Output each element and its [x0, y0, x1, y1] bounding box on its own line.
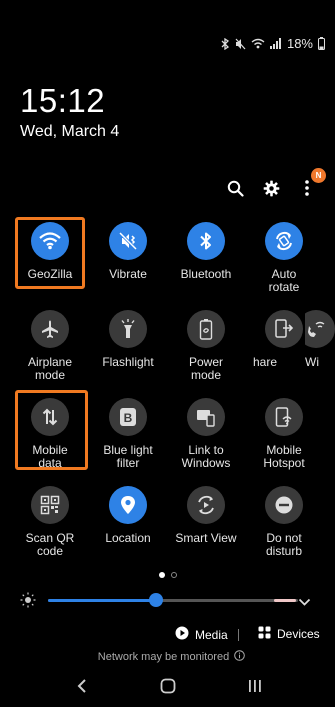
- tile-label: Power mode: [188, 355, 223, 382]
- tile-blue-light-filter[interactable]: B Blue light filter: [89, 398, 167, 470]
- tile-label: Scan QR code: [25, 531, 75, 558]
- brightness-fill: [48, 599, 156, 602]
- location-icon[interactable]: [109, 486, 147, 524]
- tile-airplane-mode[interactable]: Airplane mode: [11, 310, 89, 382]
- blue-light-icon[interactable]: B: [109, 398, 147, 436]
- bluetooth-status-icon: [221, 37, 230, 50]
- tile-do-not-disturb[interactable]: Do not disturb: [245, 486, 323, 558]
- bluetooth-icon[interactable]: [187, 222, 225, 260]
- rotate-icon[interactable]: [265, 222, 303, 260]
- power-mode-icon[interactable]: [187, 310, 225, 348]
- tile-bluetooth[interactable]: Bluetooth: [167, 222, 245, 281]
- tile-label: Bluetooth: [180, 267, 232, 281]
- devices-label: Devices: [277, 627, 320, 641]
- status-bar: 18%: [221, 36, 325, 51]
- home-icon[interactable]: [158, 676, 178, 696]
- tile-label: Airplane mode: [27, 355, 73, 382]
- page-dot[interactable]: [170, 572, 177, 578]
- tile-label: Smart View: [175, 531, 237, 545]
- brightness-thumb[interactable]: [148, 593, 163, 607]
- qr-code-icon[interactable]: [31, 486, 69, 524]
- media-label: Media: [195, 627, 228, 642]
- battery-percent: 18%: [286, 36, 313, 51]
- highlight-box-mobile-data: [15, 390, 88, 470]
- notification-badge: N: [311, 168, 326, 183]
- tile-label: Vibrate: [109, 267, 147, 281]
- tile-label: Wi: [305, 355, 319, 369]
- vibrate-icon[interactable]: [109, 222, 147, 260]
- info-icon: [234, 650, 246, 664]
- devices-grid-icon: [258, 626, 271, 642]
- play-icon: [175, 626, 189, 643]
- tile-label: Auto rotate: [268, 267, 300, 294]
- svg-text:B: B: [124, 411, 133, 425]
- top-actions: N: [225, 168, 326, 198]
- smart-view-icon[interactable]: [187, 486, 225, 524]
- tile-label: Blue light filter: [103, 443, 153, 470]
- tile-label: Do not disturb: [265, 531, 303, 558]
- mute-status-icon: [235, 38, 246, 50]
- recent-apps-icon[interactable]: [245, 676, 265, 696]
- hotspot-icon[interactable]: [265, 398, 303, 436]
- tile-wifi-calling[interactable]: Wi: [305, 310, 335, 369]
- clock-date[interactable]: Wed, March 4: [20, 123, 119, 141]
- tile-location[interactable]: Location: [89, 486, 167, 545]
- tile-power-mode[interactable]: Power mode: [167, 310, 245, 382]
- search-icon[interactable]: [225, 178, 245, 198]
- network-notice-text: Network may be monitored: [97, 651, 230, 663]
- page-dot-active[interactable]: [158, 572, 165, 578]
- clock-time[interactable]: 15:12: [20, 82, 105, 120]
- tile-auto-rotate[interactable]: Auto rotate: [245, 222, 323, 294]
- brightness-slider[interactable]: [18, 590, 318, 610]
- settings-gear-icon[interactable]: [261, 178, 281, 198]
- navigation-bar: [0, 676, 335, 700]
- devices-button[interactable]: Devices: [258, 626, 320, 642]
- media-button[interactable]: Media: [175, 626, 228, 643]
- wifi-status-icon: [251, 38, 265, 49]
- tile-flashlight[interactable]: Flashlight: [89, 310, 167, 369]
- tile-scan-qr-code[interactable]: Scan QR code: [11, 486, 89, 558]
- page-indicator: [0, 572, 335, 578]
- divider: [238, 629, 239, 641]
- network-notice[interactable]: Network may be monitored: [0, 650, 335, 664]
- tile-link-to-windows[interactable]: Link to Windows: [167, 398, 245, 470]
- brightness-track-end: [274, 599, 296, 602]
- tile-label: Link to Windows: [181, 443, 231, 470]
- airplane-icon[interactable]: [31, 310, 69, 348]
- brightness-sun-icon: [20, 592, 36, 613]
- link-windows-icon[interactable]: [187, 398, 225, 436]
- tile-vibrate[interactable]: Vibrate: [89, 222, 167, 281]
- tile-smart-view[interactable]: Smart View: [167, 486, 245, 545]
- wifi-calling-icon[interactable]: [305, 310, 335, 348]
- signal-status-icon: [269, 38, 282, 49]
- tile-label: Flashlight: [102, 355, 154, 369]
- do-not-disturb-icon[interactable]: [265, 486, 303, 524]
- share-icon[interactable]: [265, 310, 303, 348]
- back-icon[interactable]: [72, 676, 92, 696]
- media-devices-row: Media Devices: [0, 626, 335, 646]
- tile-label: Location: [105, 531, 151, 545]
- battery-icon: [318, 37, 325, 50]
- more-options-icon[interactable]: N: [297, 168, 326, 198]
- tile-label: Mobile Hotspot: [263, 443, 305, 470]
- highlight-box-wifi: [15, 217, 85, 289]
- flashlight-icon[interactable]: [109, 310, 147, 348]
- tile-mobile-hotspot[interactable]: Mobile Hotspot: [245, 398, 323, 470]
- expand-chevron-icon[interactable]: [298, 594, 311, 612]
